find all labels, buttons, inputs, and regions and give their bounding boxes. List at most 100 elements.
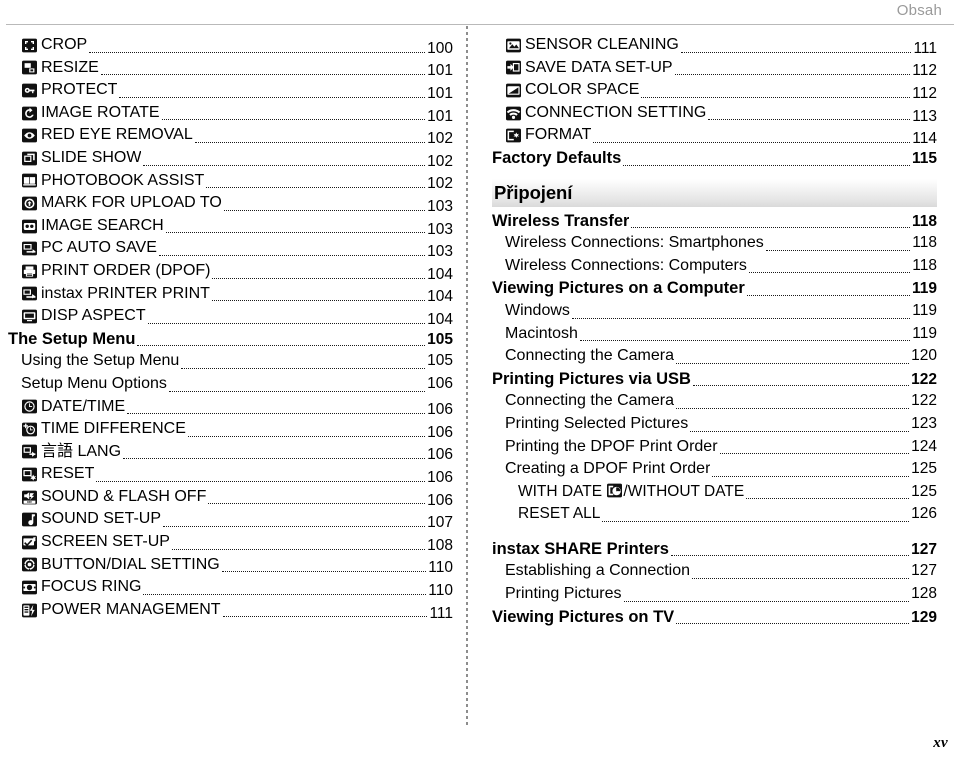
toc-entry[interactable]: Windows 119 xyxy=(492,300,937,323)
toc-entry[interactable]: SENSOR CLEANING 111 xyxy=(492,34,937,57)
toc-entry[interactable]: SOUND SET-UP 107 xyxy=(8,508,453,531)
toc-entry[interactable]: Wireless Connections: Computers 118 xyxy=(492,255,937,278)
toc-entry[interactable]: CROP 100 xyxy=(8,34,453,57)
toc-entry[interactable]: CONNECTION SETTING 113 xyxy=(492,102,937,125)
toc-leader-dots xyxy=(165,223,426,237)
toc-leader-dots xyxy=(623,156,910,170)
toc-entry-text: Macintosh xyxy=(505,324,578,342)
toc-entry[interactable]: PRINT ORDER (DPOF) 104 xyxy=(8,260,453,283)
toc-entry[interactable]: SLIDE SHOW 102 xyxy=(8,147,453,170)
toc-leader-dots xyxy=(187,427,426,441)
toc-entry[interactable]: RESET ALL 126 xyxy=(492,503,937,526)
toc-entry[interactable]: Connecting the Camera 122 xyxy=(492,390,937,413)
toc-entry[interactable]: PC AUTO SAVE 103 xyxy=(8,237,453,260)
toc-entry-text: IMAGE SEARCH xyxy=(41,216,164,234)
toc-entry-label: Connecting the Camera xyxy=(492,390,674,413)
toc-page-number: 113 xyxy=(912,107,937,125)
toc-entry[interactable]: Viewing Pictures on TV 129 xyxy=(492,606,937,629)
toc-leader-dots xyxy=(765,241,911,255)
toc-entry-label: SENSOR CLEANING xyxy=(492,34,679,57)
toc-entry[interactable]: FORMAT 114 xyxy=(492,124,937,147)
sound-flash-off-icon: OFF xyxy=(22,490,37,505)
toc-entry-text: Connecting the Camera xyxy=(505,392,674,410)
toc-entry[interactable]: IMAGE ROTATE 101 xyxy=(8,102,453,124)
toc-entry-label: POWER MANAGEMENT xyxy=(8,599,221,622)
toc-entry-text: FOCUS RING xyxy=(41,578,142,596)
toc-entry[interactable]: Wireless Connections: Smartphones 118 xyxy=(492,232,937,255)
toc-entry-text: PC AUTO SAVE xyxy=(41,239,157,257)
toc-entry[interactable]: BUTTON/DIAL SETTING 110 xyxy=(8,554,453,576)
toc-entry[interactable]: Printing Pictures via USB 122 xyxy=(492,368,937,391)
toc-entry[interactable]: instax PRINTER PRINT 104 xyxy=(8,283,453,305)
toc-entry[interactable]: FOCUS RING 110 xyxy=(8,576,453,599)
toc-entry[interactable]: Establishing a Connection 127 xyxy=(492,560,937,583)
toc-entry-label: SAVE DATA SET-UP xyxy=(492,57,673,80)
toc-entry[interactable]: DATE/TIME 106 xyxy=(8,396,453,418)
toc-entry-text: MARK FOR UPLOAD TO xyxy=(41,194,222,212)
toc-page-number: 127 xyxy=(911,562,937,580)
toc-entry-text: Establishing a Connection xyxy=(505,562,691,580)
toc-page-number: 106 xyxy=(427,374,453,392)
toc-entry[interactable]: Printing Pictures 128 xyxy=(492,583,937,606)
image-rotate-icon xyxy=(22,106,37,121)
toc-entry[interactable]: Setup Menu Options 106 xyxy=(8,373,453,396)
toc-leader-dots xyxy=(123,449,426,463)
toc-entry[interactable]: Printing the DPOF Print Order 124 xyxy=(492,436,937,459)
toc-entry[interactable]: Factory Defaults 115 xyxy=(492,147,937,170)
toc-leader-dots xyxy=(712,467,909,481)
toc-entry[interactable]: DISP ASPECT 104 xyxy=(8,305,453,328)
toc-entry-label: Wireless Transfer xyxy=(492,210,629,233)
toc-page-number: 122 xyxy=(911,370,937,388)
toc-entry-label: IMAGE SEARCH xyxy=(8,215,164,238)
toc-entry[interactable]: Viewing Pictures on a Computer 119 xyxy=(492,277,937,300)
instax-printer-icon xyxy=(22,286,37,301)
toc-entry-label: SLIDE SHOW xyxy=(8,147,141,170)
toc-entry[interactable]: POWER MANAGEMENT 111 xyxy=(8,599,453,622)
toc-entry-text: COLOR SPACE xyxy=(525,81,640,99)
toc-entry[interactable]: IMAGE SEARCH 103 xyxy=(8,215,453,238)
disp-aspect-icon xyxy=(22,309,37,324)
toc-leader-dots xyxy=(222,607,428,621)
toc-page-number: 125 xyxy=(911,460,937,478)
toc-entry[interactable]: OFF SOUND & FLASH OFF 106 xyxy=(8,486,453,508)
toc-entry[interactable]: PHOTOBOOK ASSIST 102 xyxy=(8,170,453,192)
header-rule xyxy=(6,24,954,25)
toc-page-number: 119 xyxy=(912,324,937,342)
toc-entry-text: Viewing Pictures on a Computer xyxy=(492,279,745,298)
toc-page-number: 122 xyxy=(911,392,937,410)
toc-entry-text: PROTECT xyxy=(41,81,118,99)
toc-entry[interactable]: PROTECT 101 xyxy=(8,79,453,102)
toc-entry[interactable]: Connecting the Camera 120 xyxy=(492,345,937,368)
toc-leader-dots xyxy=(143,156,425,170)
toc-entry[interactable]: Printing Selected Pictures 123 xyxy=(492,413,937,436)
toc-entry[interactable]: instax SHARE Printers 127 xyxy=(492,538,937,561)
screen-setup-icon xyxy=(22,535,37,550)
toc-leader-dots xyxy=(674,65,911,79)
toc-page-number: 101 xyxy=(427,84,453,102)
protect-key-icon xyxy=(22,83,37,98)
toc-entry[interactable]: SCREEN SET-UP 108 xyxy=(8,531,453,554)
toc-entry[interactable]: RED EYE REMOVAL 102 xyxy=(8,124,453,147)
toc-entry[interactable]: 言語 LANG 106 xyxy=(8,441,453,463)
toc-entry[interactable]: RESET 106 xyxy=(8,463,453,486)
toc-entry[interactable]: Creating a DPOF Print Order 125 xyxy=(492,458,937,481)
time-difference-icon xyxy=(22,422,37,437)
toc-leader-dots xyxy=(676,614,910,628)
toc-entry-label: WITH DATE /WITHOUT DATE xyxy=(492,481,744,504)
toc-page-number: 105 xyxy=(427,352,453,370)
toc-entry-text: instax PRINTER PRINT xyxy=(41,284,210,302)
toc-leader-dots xyxy=(96,472,425,486)
toc-entry[interactable]: Macintosh 119 xyxy=(492,323,937,346)
toc-entry[interactable]: The Setup Menu 105 xyxy=(8,328,453,351)
toc-entry-label: SOUND SET-UP xyxy=(8,508,161,531)
toc-entry-label: FORMAT xyxy=(492,124,591,147)
toc-entry[interactable]: Using the Setup Menu 105 xyxy=(8,350,453,373)
toc-entry[interactable]: MARK FOR UPLOAD TO 103 xyxy=(8,192,453,215)
toc-page-number: 110 xyxy=(428,582,453,599)
toc-entry[interactable]: Wireless Transfer 118 xyxy=(492,210,937,233)
toc-entry[interactable]: RESIZE 101 xyxy=(8,57,453,79)
toc-entry[interactable]: TIME DIFFERENCE 106 xyxy=(8,418,453,441)
toc-entry[interactable]: WITH DATE /WITHOUT DATE 125 xyxy=(492,481,937,504)
toc-entry[interactable]: SAVE DATA SET-UP 112 xyxy=(492,57,937,80)
toc-entry[interactable]: COLOR SPACE 112 xyxy=(492,79,937,102)
